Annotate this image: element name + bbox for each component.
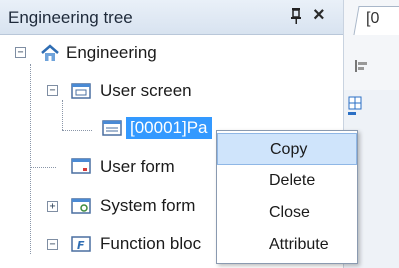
context-menu: Copy Delete Close Attribute [216, 130, 358, 264]
tree-item-user-form[interactable]: User form [100, 157, 175, 177]
tree-item-engineering[interactable]: Engineering [66, 43, 157, 63]
menu-item-delete[interactable]: Delete [217, 165, 357, 197]
panel-title: Engineering tree [8, 8, 133, 27]
page-icon [102, 119, 122, 137]
close-icon[interactable]: × [313, 4, 325, 27]
home-icon [40, 44, 60, 62]
expand-toggle-system-form[interactable]: + [47, 201, 58, 212]
menu-item-label: Delete [269, 172, 316, 189]
svg-text:F: F [77, 239, 85, 252]
function-icon: F [71, 235, 91, 253]
menu-item-label: Attribute [269, 236, 329, 253]
tree-item-user-screen[interactable]: User screen [100, 81, 192, 101]
tree-item-function-block[interactable]: Function bloc [100, 234, 201, 254]
expand-toggle-engineering[interactable]: − [15, 47, 26, 58]
panel-titlebar: Engineering tree × [0, 0, 343, 35]
pin-icon[interactable] [289, 7, 303, 30]
tree-connector [62, 130, 92, 131]
menu-item-copy[interactable]: Copy [217, 133, 357, 165]
system-form-icon [71, 197, 91, 215]
menu-item-label: Copy [270, 141, 308, 158]
menu-item-attribute[interactable]: Attribute [217, 229, 357, 261]
marker-icon [348, 112, 356, 115]
expand-toggle-user-screen[interactable]: − [47, 85, 58, 96]
tree-connector [62, 100, 63, 130]
tree-connector [30, 167, 56, 168]
tree-connector [30, 64, 31, 254]
align-icon[interactable] [354, 58, 370, 74]
tree-item-system-form[interactable]: System form [100, 196, 195, 216]
form-icon [71, 157, 91, 175]
menu-item-label: Close [269, 204, 310, 221]
tab-editor-label: [0 [366, 10, 380, 27]
expand-toggle-function-block[interactable]: − [47, 239, 58, 250]
menu-item-close[interactable]: Close [217, 197, 357, 229]
tree-item-page-selected[interactable]: [00001]Pa [126, 117, 212, 139]
screen-icon [71, 82, 91, 100]
